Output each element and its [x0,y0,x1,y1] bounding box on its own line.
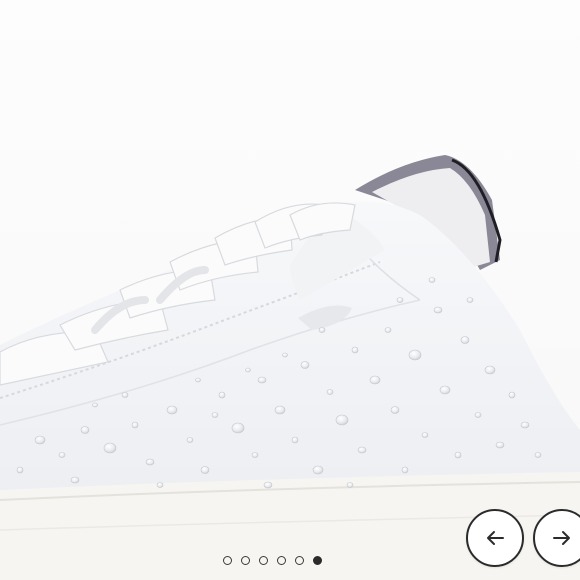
product-image-gallery [0,0,580,580]
previous-image-button[interactable] [466,509,524,567]
arrow-left-icon [487,531,504,545]
slide-dot[interactable] [223,556,232,565]
slide-dot-active[interactable] [313,556,322,565]
slide-dot[interactable] [277,556,286,565]
slide-dot[interactable] [241,556,250,565]
slide-indicator [223,556,322,565]
slide-dot[interactable] [259,556,268,565]
arrow-right-icon [553,531,570,545]
slide-dot[interactable] [295,556,304,565]
product-image [0,0,580,580]
